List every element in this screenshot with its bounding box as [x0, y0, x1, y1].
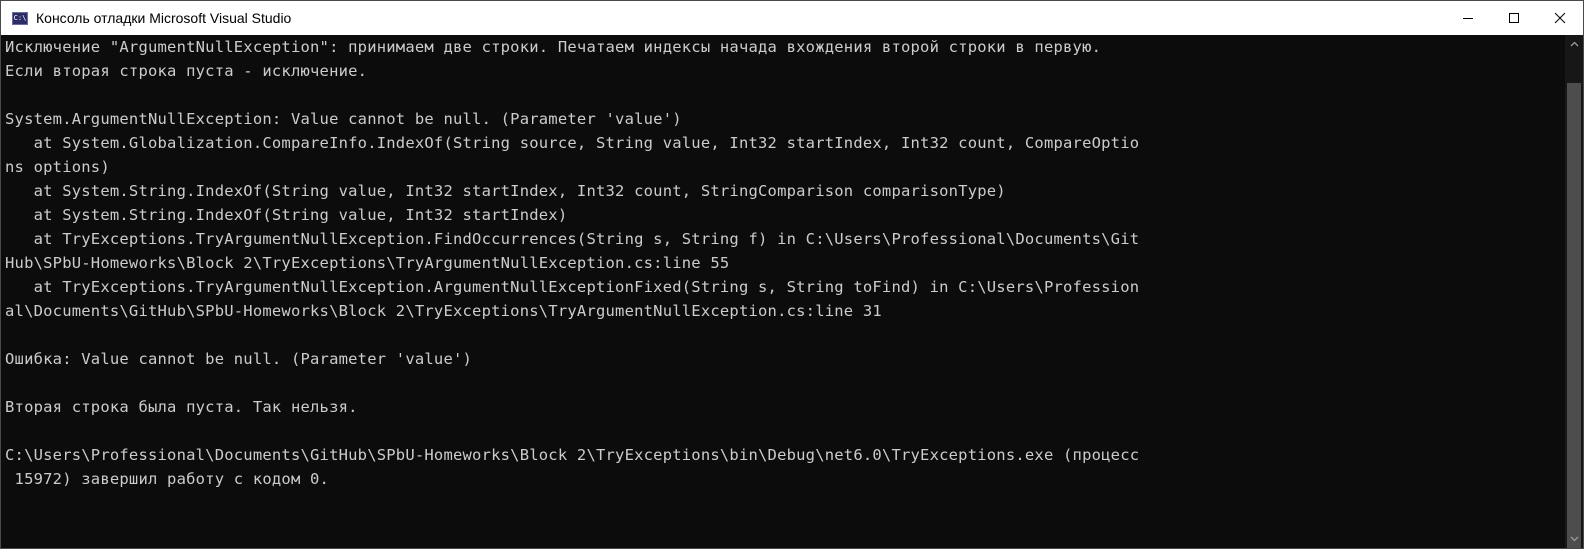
close-button[interactable]	[1537, 1, 1583, 35]
console-output[interactable]: Исключение "ArgumentNullException": прин…	[1, 35, 1565, 548]
console-line: at TryExceptions.TryArgumentNullExceptio…	[5, 278, 1140, 296]
close-icon	[1554, 12, 1566, 24]
console-line: Hub\SPbU-Homeworks\Block 2\TryExceptions…	[5, 254, 730, 272]
scroll-down-button[interactable]	[1565, 530, 1583, 548]
console-line: Если вторая строка пуста - исключение.	[5, 62, 368, 80]
console-line: ns options)	[5, 158, 110, 176]
console-line: at TryExceptions.TryArgumentNullExceptio…	[5, 230, 1140, 248]
console-line: Ошибка: Value cannot be null. (Parameter…	[5, 350, 473, 368]
console-line: 15972) завершил работу с кодом 0.	[5, 470, 330, 488]
console-line: Исключение "ArgumentNullException": прин…	[5, 38, 1102, 56]
console-line: Вторая строка была пуста. Так нельзя.	[5, 398, 358, 416]
console-line: System.ArgumentNullException: Value cann…	[5, 110, 682, 128]
console-line: at System.String.IndexOf(String value, I…	[5, 182, 1006, 200]
scrollbar-thumb[interactable]	[1567, 83, 1581, 548]
console-window: C:\ Консоль отладки Microsoft Visual Stu…	[0, 0, 1584, 549]
console-line: C:\Users\Professional\Documents\GitHub\S…	[5, 446, 1140, 464]
console-line: at System.Globalization.CompareInfo.Inde…	[5, 134, 1140, 152]
vertical-scrollbar[interactable]	[1565, 35, 1583, 548]
chevron-down-icon	[1570, 536, 1578, 542]
console-app-icon-glyph: C:\	[13, 13, 27, 22]
console-line: at System.String.IndexOf(String value, I…	[5, 206, 568, 224]
minimize-icon	[1463, 18, 1473, 19]
minimize-button[interactable]	[1445, 1, 1491, 35]
title-bar[interactable]: C:\ Консоль отладки Microsoft Visual Stu…	[1, 1, 1583, 35]
maximize-button[interactable]	[1491, 1, 1537, 35]
console-app-icon[interactable]: C:\	[12, 11, 28, 25]
chevron-up-icon	[1570, 41, 1578, 47]
window-controls	[1445, 1, 1583, 35]
scroll-up-button[interactable]	[1565, 35, 1583, 53]
console-line: al\Documents\GitHub\SPbU-Homeworks\Block…	[5, 302, 882, 320]
window-title: Консоль отладки Microsoft Visual Studio	[36, 10, 292, 26]
maximize-icon	[1509, 13, 1519, 23]
